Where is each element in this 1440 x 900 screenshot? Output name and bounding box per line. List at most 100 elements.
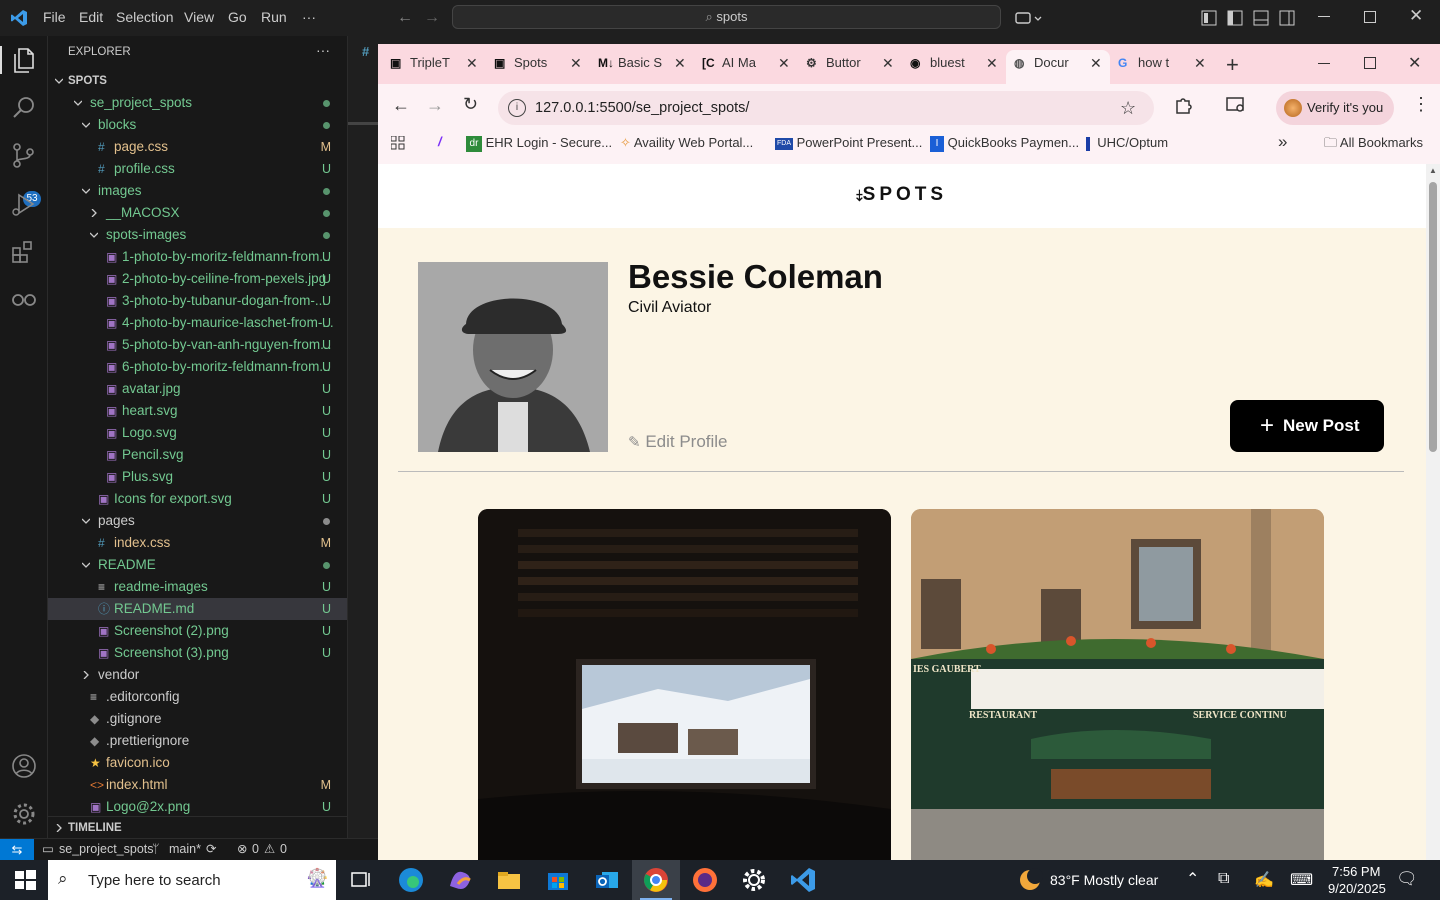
explorer-more-button[interactable]: ··· <box>316 42 330 58</box>
command-center-search[interactable]: ⌕ spots <box>452 5 1001 29</box>
meet-now-icon[interactable]: ⧉ <box>1218 870 1229 888</box>
bookmark-quickbooks[interactable]: I QuickBooks Paymen... <box>930 130 1079 156</box>
copilot-icon[interactable] <box>1015 9 1043 27</box>
tree-item-pages[interactable]: pages <box>48 510 347 532</box>
menu-more[interactable]: ··· <box>302 9 316 25</box>
extensions-puzzle-icon[interactable] <box>1173 95 1193 115</box>
browser-tab-6[interactable]: ◉ bluest ✕ <box>902 50 1006 84</box>
menu-selection[interactable]: Selection <box>116 9 174 25</box>
status-folder[interactable]: se_project_spots <box>59 839 154 860</box>
tab-close-icon[interactable]: ✕ <box>1194 50 1206 76</box>
edit-profile-button[interactable]: ✎ Edit Profile <box>628 432 728 452</box>
search-icon[interactable] <box>10 94 38 122</box>
remote-explorer-icon[interactable] <box>10 286 38 314</box>
site-info-icon[interactable]: i <box>508 99 526 117</box>
status-branch[interactable]: main* <box>169 839 201 860</box>
menu-run[interactable]: Run <box>261 9 287 25</box>
tree-item-6-photo-by-moritz-feldmann-from[interactable]: ▣ 6-photo-by-moritz-feldmann-from... U <box>48 356 347 378</box>
bookmark-powerpoint[interactable]: FDA PowerPoint Present... <box>775 130 922 156</box>
minimize-icon[interactable] <box>1318 16 1330 17</box>
layout-customize-icon[interactable] <box>1201 10 1217 26</box>
tab-close-icon[interactable]: ✕ <box>570 50 582 76</box>
status-warnings[interactable]: 0 <box>280 839 287 860</box>
tree-item-editorconfig[interactable]: ≡ .editorconfig <box>48 686 347 708</box>
tree-item-favicon-ico[interactable]: ★ favicon.ico <box>48 752 347 774</box>
task-view-icon[interactable] <box>347 866 375 894</box>
tree-item-pencil-svg[interactable]: ▣ Pencil.svg U <box>48 444 347 466</box>
tree-item-readme-md[interactable]: ⓘ README.md U <box>48 598 347 620</box>
tree-item-logo-2x-png[interactable]: ▣ Logo@2x.png U <box>48 796 347 818</box>
chrome-taskbar-icon[interactable] <box>642 866 670 894</box>
tree-item-prettierignore[interactable]: ◆ .prettierignore <box>48 730 347 752</box>
new-post-button[interactable]: + New Post <box>1230 400 1384 452</box>
section-timeline[interactable]: TIMELINE <box>48 816 347 838</box>
tree-item-profile-css[interactable]: # profile.css U <box>48 158 347 180</box>
tree-item-icons-for-export-svg[interactable]: ▣ Icons for export.svg U <box>48 488 347 510</box>
spots-logo[interactable]: ⤈SPOTS <box>856 184 947 206</box>
tree-item-plus-svg[interactable]: ▣ Plus.svg U <box>48 466 347 488</box>
tab-close-icon[interactable]: ✕ <box>882 50 894 76</box>
reload-icon[interactable]: ↻ <box>463 94 478 115</box>
clock-time[interactable]: 7:56 PM <box>1332 864 1380 879</box>
chrome-menu-icon[interactable]: ⋮ <box>1412 94 1430 115</box>
browser-forward-icon[interactable]: → <box>426 95 444 116</box>
tree-item-logo-svg[interactable]: ▣ Logo.svg U <box>48 422 347 444</box>
extensions-icon[interactable] <box>10 238 38 266</box>
tree-item-vendor[interactable]: vendor <box>48 664 347 686</box>
browser-tab-5[interactable]: ⚙ Buttor ✕ <box>798 50 902 84</box>
forward-arrow-icon[interactable]: → <box>424 9 440 27</box>
menu-go[interactable]: Go <box>228 9 247 25</box>
toggle-sidebar-icon[interactable] <box>1227 10 1243 26</box>
tree-item-spots-images[interactable]: spots-images <box>48 224 347 246</box>
settings-app-icon[interactable] <box>740 866 768 894</box>
tree-item-index-html[interactable]: <> index.html M <box>48 774 347 796</box>
tree-item-blocks[interactable]: blocks <box>48 114 347 136</box>
tab-close-icon[interactable]: ✕ <box>986 50 998 76</box>
restore-icon[interactable] <box>1364 11 1376 23</box>
tree-item-se-project-spots[interactable]: se_project_spots <box>48 92 347 114</box>
scrollbar-thumb[interactable] <box>1429 182 1437 452</box>
tree-item-page-css[interactable]: # page.css M <box>48 136 347 158</box>
all-bookmarks-button[interactable]: 🗀 All Bookmarks <box>1324 130 1423 156</box>
windows-start-icon[interactable] <box>11 866 39 894</box>
tree-item-5-photo-by-van-anh-nguyen-from[interactable]: ▣ 5-photo-by-van-anh-nguyen-from... U <box>48 334 347 356</box>
chrome-close-icon[interactable]: ✕ <box>1408 53 1421 73</box>
tree-item-3-photo-by-tubanur-dogan-from[interactable]: ▣ 3-photo-by-tubanur-dogan-from-... U <box>48 290 347 312</box>
browser-tab-3[interactable]: M↓ Basic S ✕ <box>590 50 694 84</box>
chrome-minimize-icon[interactable] <box>1318 63 1330 64</box>
verify-profile-button[interactable]: Verify it's you <box>1276 91 1394 125</box>
keyboard-icon[interactable]: ⌨ <box>1290 870 1313 890</box>
tab-close-icon[interactable]: ✕ <box>778 50 790 76</box>
close-icon[interactable]: ✕ <box>1409 6 1423 26</box>
tree-item-index-css[interactable]: # index.css M <box>48 532 347 554</box>
browser-tab-7[interactable]: ◍ Docur ✕ <box>1006 50 1110 84</box>
browser-tab-8[interactable]: Ghow t ✕ <box>1110 50 1214 84</box>
microsoft-store-icon[interactable] <box>544 866 572 894</box>
address-bar[interactable]: i 127.0.0.1:5500/se_project_spots/ ☆ <box>498 91 1154 125</box>
notification-icon[interactable]: 🗨 <box>1396 869 1418 889</box>
browser-back-icon[interactable]: ← <box>392 95 410 116</box>
tree-item-screenshot-2-png[interactable]: ▣ Screenshot (2).png U <box>48 620 347 642</box>
sync-icon[interactable]: ⟳ <box>206 839 216 860</box>
tree-item-1-photo-by-moritz-feldmann-from[interactable]: ▣ 1-photo-by-moritz-feldmann-from... U <box>48 246 347 268</box>
remote-indicator-icon[interactable]: ⇆ <box>0 839 34 860</box>
page-scrollbar[interactable]: ▲ <box>1426 164 1440 860</box>
tree-item-screenshot-3-png[interactable]: ▣ Screenshot (3).png U <box>48 642 347 664</box>
bookmark-availity[interactable]: ✧ Availity Web Portal... <box>620 130 753 156</box>
browser-tab-2[interactable]: ▣ Spots ✕ <box>486 50 590 84</box>
tab-close-icon[interactable]: ✕ <box>674 50 686 76</box>
clock-date[interactable]: 9/20/2025 <box>1328 881 1386 896</box>
new-tab-button[interactable]: + <box>1226 52 1239 78</box>
bookmark-star-icon[interactable]: ☆ <box>1120 91 1136 125</box>
menu-file[interactable]: File <box>43 9 66 25</box>
card-image-cafe[interactable]: RESTAURANT SERVICE CONTINU IES GAUBERT <box>911 509 1324 860</box>
tree-item-heart-svg[interactable]: ▣ heart.svg U <box>48 400 347 422</box>
tab-close-icon[interactable]: ✕ <box>1090 50 1102 76</box>
browser-tab-4[interactable]: [C AI Ma ✕ <box>694 50 798 84</box>
tree-item-macosx[interactable]: __MACOSX <box>48 202 347 224</box>
vscode-taskbar-icon[interactable] <box>789 866 817 894</box>
bookmark-slash-icon[interactable]: / <box>438 134 442 149</box>
editor-tab-css-icon[interactable]: # <box>362 44 369 59</box>
source-control-icon[interactable] <box>10 142 38 170</box>
settings-gear-icon[interactable] <box>10 800 38 828</box>
